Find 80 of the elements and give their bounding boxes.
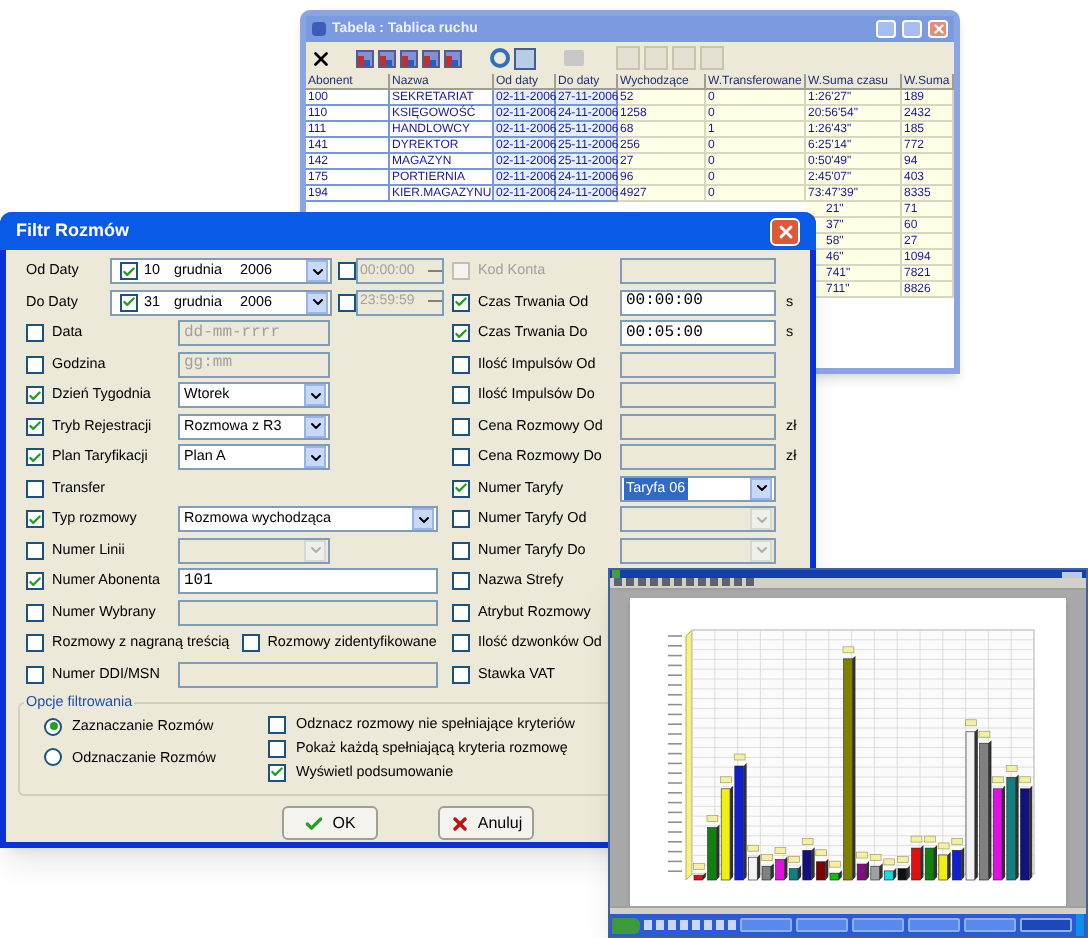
checkbox[interactable] — [26, 324, 44, 343]
close-button[interactable] — [928, 20, 948, 38]
bar-chart-icon[interactable] — [422, 49, 440, 67]
checkbox[interactable] — [26, 572, 44, 591]
dropdown-button[interactable] — [306, 260, 328, 283]
window-title: Filtr Rozmów — [16, 217, 129, 244]
dropdown[interactable] — [620, 537, 776, 564]
checkbox[interactable] — [452, 572, 470, 591]
checkbox[interactable] — [26, 603, 44, 622]
input-field[interactable]: 00:00:00 — [620, 289, 776, 316]
app-icon — [612, 570, 620, 578]
checkbox[interactable] — [452, 417, 470, 436]
input-field[interactable] — [178, 599, 438, 626]
check-icon — [454, 480, 468, 497]
dropdown-button[interactable] — [306, 291, 328, 314]
bar-chart-icon[interactable] — [378, 49, 396, 67]
checkbox[interactable] — [268, 763, 286, 782]
checkbox[interactable] — [26, 634, 44, 653]
checkbox[interactable] — [338, 293, 356, 312]
refresh-icon[interactable] — [490, 48, 510, 68]
checkbox[interactable] — [268, 715, 286, 734]
input-field[interactable] — [620, 258, 776, 285]
cross-icon — [449, 813, 470, 833]
checkbox[interactable] — [452, 665, 470, 684]
grid-icon[interactable] — [514, 47, 536, 69]
input-field[interactable]: 00:05:00 — [620, 320, 776, 347]
app-icon — [312, 22, 326, 36]
caret-icon — [415, 511, 431, 528]
check-icon — [304, 813, 325, 833]
check-icon — [28, 573, 42, 590]
checkbox[interactable] — [26, 510, 44, 529]
system-tray — [1076, 914, 1084, 936]
dropdown-button[interactable] — [304, 415, 326, 438]
dropdown-button[interactable] — [304, 384, 326, 407]
checkbox[interactable] — [452, 293, 470, 312]
checkbox[interactable] — [452, 603, 470, 622]
dropdown-button[interactable] — [304, 446, 326, 469]
checkbox[interactable] — [452, 510, 470, 529]
checkbox[interactable] — [452, 479, 470, 498]
checkbox[interactable] — [452, 634, 470, 653]
checkbox[interactable] — [26, 448, 44, 467]
checkbox[interactable] — [26, 665, 44, 684]
checkbox[interactable] — [120, 293, 138, 312]
dropdown-button[interactable] — [750, 477, 772, 500]
checkbox[interactable] — [26, 417, 44, 436]
input-field[interactable] — [620, 351, 776, 378]
dropdown-button[interactable] — [412, 508, 434, 531]
check-icon — [270, 764, 284, 781]
checkbox[interactable] — [268, 739, 286, 758]
close-button[interactable] — [770, 217, 800, 245]
checkbox[interactable] — [26, 479, 44, 498]
input-field[interactable] — [620, 413, 776, 440]
window-controls-icon[interactable] — [1062, 571, 1082, 577]
radio-button[interactable] — [44, 748, 62, 767]
checkbox[interactable] — [26, 541, 44, 560]
taskbar-item[interactable] — [1020, 918, 1072, 932]
cancel-button[interactable]: Anuluj — [438, 806, 534, 840]
checkbox[interactable] — [120, 262, 138, 281]
input-field[interactable] — [620, 444, 776, 471]
input-field[interactable] — [620, 382, 776, 409]
close-icon — [775, 221, 795, 241]
input-field[interactable] — [178, 661, 438, 688]
checkbox[interactable] — [452, 541, 470, 560]
checkbox[interactable] — [452, 324, 470, 343]
ok-button[interactable]: OK — [282, 806, 378, 840]
input-field[interactable]: 101 — [178, 568, 438, 595]
close-icon — [931, 22, 945, 36]
checkbox[interactable] — [338, 262, 356, 281]
checkbox[interactable] — [452, 448, 470, 467]
start-button[interactable] — [612, 917, 640, 933]
checkbox[interactable] — [241, 634, 260, 653]
checkbox[interactable] — [26, 355, 44, 374]
dropdown[interactable] — [178, 537, 330, 564]
caret-icon — [307, 542, 323, 559]
close-icon[interactable] — [310, 47, 332, 69]
radio-button[interactable] — [44, 717, 62, 736]
check-icon — [28, 511, 42, 528]
checkbox[interactable] — [452, 355, 470, 374]
checkbox[interactable] — [26, 386, 44, 405]
checkbox[interactable] — [452, 386, 470, 405]
